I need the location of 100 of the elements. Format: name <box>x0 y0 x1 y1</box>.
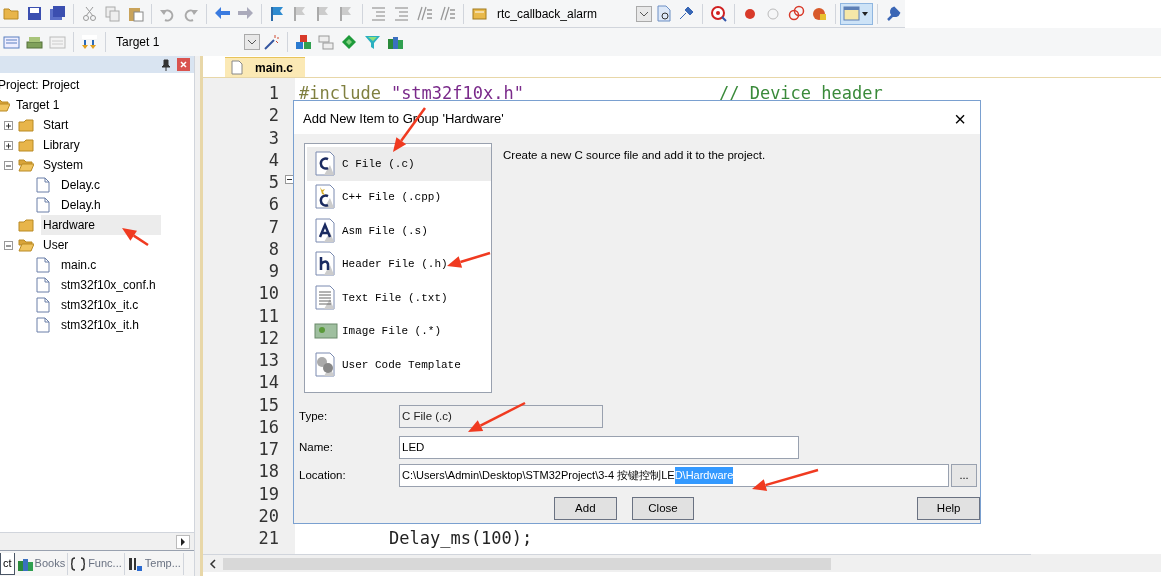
load-icon[interactable] <box>81 33 98 51</box>
collapse-icon[interactable] <box>4 160 13 170</box>
scrollbar[interactable] <box>203 554 1031 572</box>
folder-icon <box>18 157 34 173</box>
scroll-left-icon[interactable] <box>207 556 219 571</box>
tree-item[interactable]: main.c <box>59 255 99 275</box>
diamond-icon[interactable] <box>341 33 358 51</box>
tree-item[interactable]: Hardware <box>41 215 161 235</box>
flag-icon[interactable] <box>269 5 286 22</box>
funnel-icon[interactable] <box>364 33 381 51</box>
list-item[interactable]: C++ File (.cpp) <box>307 180 491 214</box>
code-text: #include <box>299 82 381 105</box>
tree-item[interactable]: User <box>41 235 71 255</box>
file-icon <box>314 184 338 211</box>
line-number: 16 <box>258 415 279 438</box>
annotation-arrow <box>122 228 149 247</box>
close-button[interactable]: × <box>948 108 972 129</box>
dialog-button[interactable]: Close <box>631 497 695 520</box>
tree-item[interactable]: Library <box>41 135 82 155</box>
field-label: Type: <box>299 408 329 424</box>
scroll-right-icon[interactable] <box>176 534 190 549</box>
line-number: 17 <box>258 438 279 461</box>
tree-item[interactable]: Target 1 <box>14 95 62 115</box>
location-field[interactable]: C:\Users\Admin\Desktop\STM32Project\3-4 按键控制LED\Hardware <box>399 464 949 487</box>
cubes-icon[interactable] <box>295 33 312 51</box>
open-folder-icon[interactable] <box>3 5 20 22</box>
function-dropdown[interactable]: rtc_callback_alarm <box>491 3 652 24</box>
list-item[interactable]: Text File (.txt) <box>307 281 491 315</box>
line-number: 15 <box>258 393 279 416</box>
annotation-arrow <box>752 468 819 491</box>
collapse-icon[interactable] <box>4 240 13 250</box>
tree-item[interactable]: Delay.h <box>59 195 103 215</box>
tree-item[interactable]: System <box>41 155 85 175</box>
line-number: 20 <box>258 504 279 527</box>
field-label: Name: <box>299 439 334 455</box>
panel-tab[interactable]: ct <box>0 552 15 575</box>
stack-icon[interactable] <box>318 33 335 51</box>
cut-icon[interactable] <box>81 5 98 22</box>
file-icon <box>36 257 52 273</box>
line-number: 7 <box>268 215 279 238</box>
save-icon[interactable] <box>26 5 43 22</box>
window-button[interactable] <box>840 2 873 25</box>
browse-button[interactable]: ... <box>951 464 977 487</box>
line-number: 6 <box>268 193 279 216</box>
wand-icon[interactable] <box>263 33 280 51</box>
comment-icon[interactable] <box>416 5 433 22</box>
annotation-arrow <box>468 401 526 432</box>
tree-item[interactable]: stm32f10x_it.h <box>59 315 142 335</box>
window-icon <box>843 5 860 22</box>
panel-tab[interactable]: Temp... <box>124 552 184 575</box>
tree-item[interactable]: Start <box>41 115 71 135</box>
line-number: 3 <box>268 126 279 149</box>
tree-item[interactable]: Delay.c <box>59 175 103 195</box>
caret-icon <box>862 11 868 16</box>
document-search-icon[interactable] <box>655 5 672 22</box>
line-number: 14 <box>258 371 279 394</box>
breakpoint-icon[interactable] <box>811 5 828 22</box>
list-item[interactable]: Header File (.h) <box>307 247 491 281</box>
folder-icon <box>18 237 34 253</box>
save-all-icon[interactable] <box>49 5 66 22</box>
dropdown-text: Target 1 <box>115 34 161 51</box>
text-file-icon <box>314 284 338 311</box>
list-item[interactable]: C File (.c) <box>307 147 491 181</box>
line-number: 10 <box>258 282 279 305</box>
forward-arrow-icon[interactable] <box>237 5 254 22</box>
debug-icon[interactable] <box>710 5 727 22</box>
list-item[interactable]: User Code Template <box>307 348 491 382</box>
panel-tab[interactable]: Func... <box>68 552 125 575</box>
name-field[interactable]: LED <box>399 436 799 459</box>
file-icon <box>36 177 52 193</box>
line-number: 12 <box>258 326 279 349</box>
uncomment-icon[interactable] <box>439 5 456 22</box>
file-icon <box>36 297 52 313</box>
dialog-button[interactable]: Help <box>917 497 980 520</box>
template-icon <box>126 555 143 572</box>
file-icon <box>231 60 243 75</box>
expand-icon[interactable] <box>4 120 13 130</box>
target-dropdown[interactable]: Target 1 <box>110 32 260 52</box>
tree-item[interactable]: stm32f10x_it.c <box>59 295 141 315</box>
close-icon[interactable] <box>177 58 190 71</box>
pin-icon[interactable] <box>161 58 171 71</box>
folder-icon <box>18 117 34 133</box>
panel-tab[interactable]: Books <box>14 552 69 575</box>
line-number: 8 <box>268 237 279 260</box>
scrollbar-thumb[interactable] <box>223 557 831 570</box>
list-item[interactable]: Asm File (.s) <box>307 214 491 248</box>
folder-icon <box>18 137 34 153</box>
find-folder-icon[interactable] <box>471 5 488 22</box>
dialog-button[interactable]: Add <box>554 497 617 520</box>
expand-icon[interactable] <box>4 140 13 150</box>
editor-tab[interactable]: main.c <box>225 57 305 77</box>
breakpoint-icon[interactable] <box>788 5 805 22</box>
scrollbar[interactable] <box>0 532 194 550</box>
paste-icon[interactable] <box>127 5 144 22</box>
list-item[interactable]: Image File (.*) <box>307 314 491 348</box>
settings-icon[interactable] <box>885 5 902 22</box>
tree-item[interactable]: stm32f10x_conf.h <box>59 275 158 295</box>
code-text: // Device header <box>718 82 883 105</box>
line-number: 13 <box>258 349 279 372</box>
file-icon <box>314 150 338 177</box>
